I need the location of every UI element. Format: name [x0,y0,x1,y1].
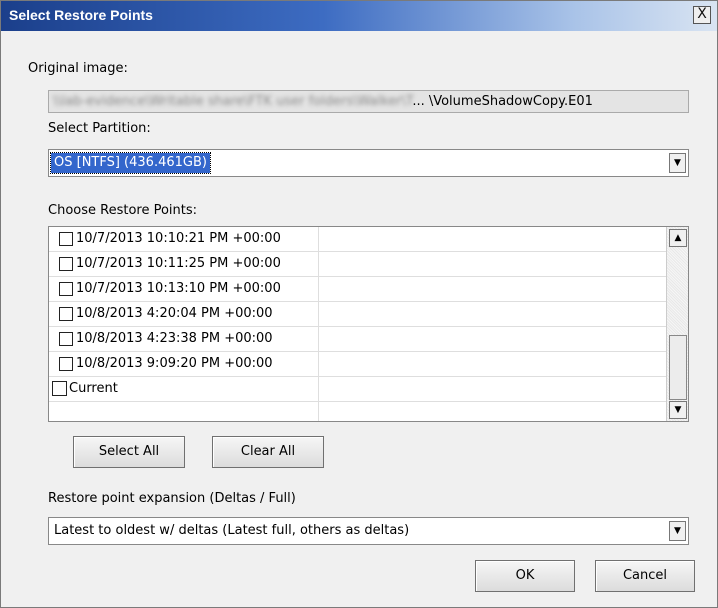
restore-point-checkbox[interactable] [59,357,73,371]
restore-point-label: 10/7/2013 10:11:25 PM +00:00 [76,256,281,271]
down-arrow-icon[interactable]: ▼ [669,401,687,419]
partition-dropdown[interactable]: OS [NTFS] (436.461GB) ▼ [48,149,689,177]
list-item[interactable]: 10/7/2013 10:11:25 PM +00:00 [49,252,666,277]
list-item[interactable]: 10/8/2013 9:09:20 PM +00:00 [49,352,666,377]
original-image-path-field: \\lab-evidence\Writable share\FTK user f… [48,90,689,113]
list-item[interactable]: 10/7/2013 10:10:21 PM +00:00 [49,227,666,252]
restore-point-checkbox[interactable] [59,307,73,321]
cancel-button[interactable]: Cancel [595,560,695,592]
title-bar[interactable]: Select Restore Points X [1,1,717,31]
choose-restore-points-label: Choose Restore Points: [48,203,198,218]
select-all-button[interactable]: Select All [73,436,185,468]
list-item[interactable]: 10/8/2013 4:20:04 PM +00:00 [49,302,666,327]
original-image-path-obscured: \\lab-evidence\Writable share\FTK user f… [53,94,413,109]
restore-point-label: 10/8/2013 9:09:20 PM +00:00 [76,356,273,371]
original-image-label: Original image: [28,61,128,76]
restore-point-checkbox[interactable] [59,282,73,296]
list-item[interactable]: 10/8/2013 4:23:38 PM +00:00 [49,327,666,352]
dropdown-arrow-icon[interactable]: ▼ [669,153,686,173]
list-scrollbar[interactable]: ▲ ▼ [666,227,688,421]
restore-point-label: 10/8/2013 4:23:38 PM +00:00 [76,331,273,346]
restore-point-checkbox[interactable] [59,232,73,246]
restore-point-checkbox[interactable] [52,381,67,396]
expansion-selected-value: Latest to oldest w/ deltas (Latest full,… [54,523,410,538]
close-button[interactable]: X [693,6,711,24]
restore-point-checkbox[interactable] [59,257,73,271]
list-item-current[interactable]: Current [49,377,666,402]
dropdown-arrow-icon[interactable]: ▼ [669,521,686,541]
select-restore-points-dialog: Select Restore Points X Original image: … [0,0,718,608]
close-icon: X [697,6,707,22]
dialog-title: Select Restore Points [9,7,153,23]
expansion-dropdown[interactable]: Latest to oldest w/ deltas (Latest full,… [48,517,689,545]
clear-all-button[interactable]: Clear All [212,436,324,468]
restore-point-label: Current [69,381,118,396]
restore-points-list[interactable]: 10/7/2013 10:10:21 PM +00:00 10/7/2013 1… [48,226,689,422]
select-partition-label: Select Partition: [48,121,151,136]
restore-point-label: 10/8/2013 4:20:04 PM +00:00 [76,306,273,321]
partition-selected-value: OS [NTFS] (436.461GB) [50,152,211,174]
restore-point-label: 10/7/2013 10:10:21 PM +00:00 [76,231,281,246]
restore-point-checkbox[interactable] [59,332,73,346]
up-arrow-icon[interactable]: ▲ [669,229,687,247]
list-item[interactable]: 10/7/2013 10:13:10 PM +00:00 [49,277,666,302]
ok-button[interactable]: OK [475,560,575,592]
scrollbar-thumb[interactable] [669,335,687,400]
restore-point-label: 10/7/2013 10:13:10 PM +00:00 [76,281,281,296]
restore-point-expansion-label: Restore point expansion (Deltas / Full) [48,491,296,506]
original-image-path-suffix: ... \VolumeShadowCopy.E01 [412,94,593,109]
